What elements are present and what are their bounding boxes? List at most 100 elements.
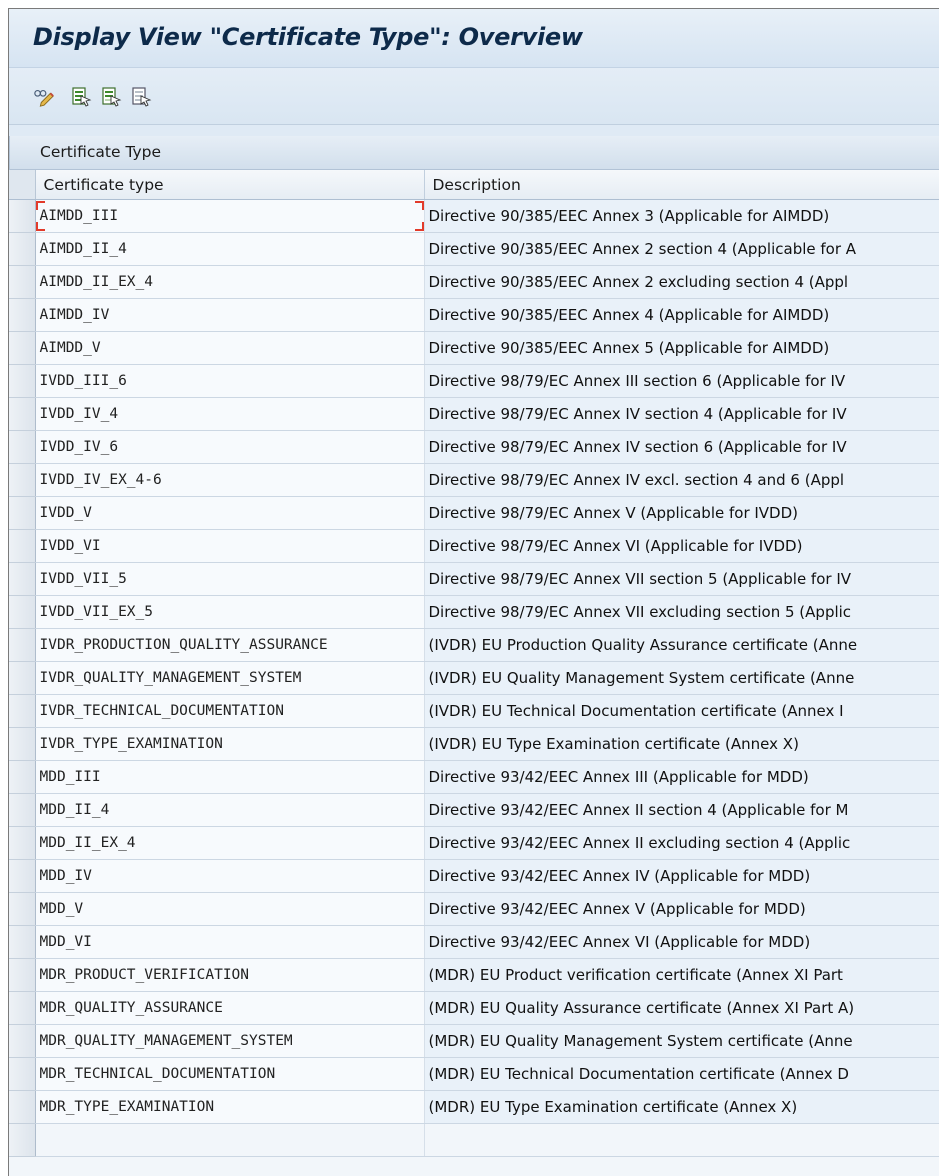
row-selector-button[interactable] — [9, 397, 36, 431]
description-cell[interactable]: Directive 93/42/EEC Annex VI (Applicable… — [424, 925, 939, 959]
row-selector-button[interactable] — [9, 232, 36, 266]
table-row[interactable]: IVDD_IV_4 Directive 98/79/EC Annex IV sec… — [9, 397, 939, 431]
table-row[interactable]: MDD_II_EX_4 Directive 93/42/EEC Annex II … — [9, 826, 939, 860]
row-selector-button[interactable] — [9, 463, 36, 497]
description-cell[interactable]: (MDR) EU Type Examination certificate (A… — [424, 1090, 939, 1124]
certificate-type-cell[interactable]: MDR_PRODUCT_VERIFICATION — [35, 958, 425, 992]
row-selector-button[interactable] — [9, 925, 36, 959]
row-selector-button[interactable] — [9, 265, 36, 299]
row-selector-button[interactable] — [9, 1123, 36, 1157]
description-cell[interactable]: Directive 98/79/EC Annex V (Applicable f… — [424, 496, 939, 530]
row-selector-button[interactable] — [9, 694, 36, 728]
certificate-type-cell[interactable]: IVDD_VI — [35, 529, 425, 563]
certificate-type-cell[interactable]: MDD_IV — [35, 859, 425, 893]
description-cell[interactable]: Directive 90/385/EEC Annex 3 (Applicable… — [424, 199, 939, 233]
description-cell[interactable]: Directive 98/79/EC Annex VI (Applicable … — [424, 529, 939, 563]
select-all-rows-button[interactable] — [9, 170, 36, 200]
table-row[interactable]: AIMDD_IV Directive 90/385/EEC Annex 4 (Ap… — [9, 298, 939, 332]
deselect-all-icon[interactable] — [131, 86, 153, 108]
column-header-description[interactable]: Description — [424, 170, 939, 200]
table-row[interactable]: IVDR_PRODUCTION_QUALITY_ASSURANCE (IVDR) … — [9, 628, 939, 662]
table-row[interactable]: MDD_IV Directive 93/42/EEC Annex IV (Appl… — [9, 859, 939, 893]
certificate-type-cell[interactable]: IVDR_TECHNICAL_DOCUMENTATION — [35, 694, 425, 728]
select-block-icon[interactable] — [101, 86, 123, 108]
row-selector-button[interactable] — [9, 859, 36, 893]
certificate-type-cell[interactable]: MDR_QUALITY_ASSURANCE — [35, 991, 425, 1025]
row-selector-button[interactable] — [9, 958, 36, 992]
row-selector-button[interactable] — [9, 991, 36, 1025]
description-cell[interactable]: Directive 98/79/EC Annex IV section 4 (A… — [424, 397, 939, 431]
row-selector-button[interactable] — [9, 760, 36, 794]
table-row[interactable]: MDD_III Directive 93/42/EEC Annex III (Ap… — [9, 760, 939, 794]
description-cell[interactable]: (MDR) EU Quality Management System certi… — [424, 1024, 939, 1058]
table-row[interactable]: MDD_VI Directive 93/42/EEC Annex VI (Appl… — [9, 925, 939, 959]
description-cell[interactable]: Directive 98/79/EC Annex VII section 5 (… — [424, 562, 939, 596]
table-row[interactable]: AIMDD_II_4 Directive 90/385/EEC Annex 2 s… — [9, 232, 939, 266]
description-cell[interactable]: (MDR) EU Quality Assurance certificate (… — [424, 991, 939, 1025]
description-cell[interactable]: Directive 90/385/EEC Annex 2 excluding s… — [424, 265, 939, 299]
certificate-type-cell[interactable]: MDD_VI — [35, 925, 425, 959]
table-row[interactable]: IVDD_VII_5 Directive 98/79/EC Annex VII s… — [9, 562, 939, 596]
description-cell[interactable]: (IVDR) EU Quality Management System cert… — [424, 661, 939, 695]
certificate-type-cell[interactable]: IVDD_IV_EX_4-6 — [35, 463, 425, 497]
row-selector-button[interactable] — [9, 892, 36, 926]
description-cell[interactable]: Directive 93/42/EEC Annex II excluding s… — [424, 826, 939, 860]
table-row[interactable]: IVDD_IV_EX_4-6 Directive 98/79/EC Annex I… — [9, 463, 939, 497]
table-row[interactable]: IVDR_QUALITY_MANAGEMENT_SYSTEM (IVDR) EU … — [9, 661, 939, 695]
row-selector-button[interactable] — [9, 529, 36, 563]
table-row[interactable]: IVDD_VII_EX_5 Directive 98/79/EC Annex VI… — [9, 595, 939, 629]
certificate-type-cell[interactable]: IVDD_V — [35, 496, 425, 530]
certificate-type-cell[interactable]: AIMDD_V — [35, 331, 425, 365]
table-row[interactable]: AIMDD_V Directive 90/385/EEC Annex 5 (App… — [9, 331, 939, 365]
description-cell[interactable]: (IVDR) EU Technical Documentation certif… — [424, 694, 939, 728]
row-selector-button[interactable] — [9, 1024, 36, 1058]
certificate-type-cell[interactable]: AIMDD_II_4 — [35, 232, 425, 266]
row-selector-button[interactable] — [9, 331, 36, 365]
table-row[interactable]: MDD_V Directive 93/42/EEC Annex V (Applic… — [9, 892, 939, 926]
certificate-type-cell[interactable]: IVDD_III_6 — [35, 364, 425, 398]
table-row[interactable]: MDD_II_4 Directive 93/42/EEC Annex II sec… — [9, 793, 939, 827]
certificate-type-cell[interactable]: MDR_TYPE_EXAMINATION — [35, 1090, 425, 1124]
description-cell[interactable]: (IVDR) EU Production Quality Assurance c… — [424, 628, 939, 662]
row-selector-button[interactable] — [9, 199, 36, 233]
row-selector-button[interactable] — [9, 595, 36, 629]
description-cell[interactable]: (MDR) EU Product verification certificat… — [424, 958, 939, 992]
description-cell[interactable]: Directive 93/42/EEC Annex V (Applicable … — [424, 892, 939, 926]
certificate-type-cell[interactable]: AIMDD_III — [35, 199, 425, 233]
description-cell[interactable]: Directive 93/42/EEC Annex III (Applicabl… — [424, 760, 939, 794]
table-row[interactable]: MDR_TYPE_EXAMINATION (MDR) EU Type Examin… — [9, 1090, 939, 1124]
description-cell[interactable]: Directive 90/385/EEC Annex 4 (Applicable… — [424, 298, 939, 332]
description-cell[interactable]: Directive 90/385/EEC Annex 2 section 4 (… — [424, 232, 939, 266]
table-row[interactable]: MDR_PRODUCT_VERIFICATION (MDR) EU Product… — [9, 958, 939, 992]
certificate-type-cell[interactable]: IVDD_VII_EX_5 — [35, 595, 425, 629]
row-selector-button[interactable] — [9, 727, 36, 761]
table-row[interactable]: IVDR_TECHNICAL_DOCUMENTATION (IVDR) EU Te… — [9, 694, 939, 728]
certificate-type-cell[interactable]: MDR_TECHNICAL_DOCUMENTATION — [35, 1057, 425, 1091]
certificate-type-cell[interactable]: IVDR_PRODUCTION_QUALITY_ASSURANCE — [35, 628, 425, 662]
description-cell[interactable]: Directive 90/385/EEC Annex 5 (Applicable… — [424, 331, 939, 365]
certificate-type-cell[interactable]: IVDD_IV_6 — [35, 430, 425, 464]
certificate-type-cell[interactable]: AIMDD_IV — [35, 298, 425, 332]
table-row[interactable]: MDR_QUALITY_ASSURANCE (MDR) EU Quality As… — [9, 991, 939, 1025]
description-cell[interactable]: Directive 98/79/EC Annex III section 6 (… — [424, 364, 939, 398]
certificate-type-cell[interactable]: MDD_III — [35, 760, 425, 794]
table-row[interactable]: IVDD_III_6 Directive 98/79/EC Annex III s… — [9, 364, 939, 398]
description-cell[interactable]: Directive 93/42/EEC Annex IV (Applicable… — [424, 859, 939, 893]
select-all-icon[interactable] — [71, 86, 93, 108]
row-selector-button[interactable] — [9, 826, 36, 860]
description-cell[interactable]: Directive 93/42/EEC Annex II section 4 (… — [424, 793, 939, 827]
table-row[interactable]: IVDD_V Directive 98/79/EC Annex V (Applic… — [9, 496, 939, 530]
table-row[interactable]: AIMDD_III Directive 90/385/EEC Annex 3 (A… — [9, 199, 939, 233]
display-change-icon[interactable] — [33, 86, 55, 108]
table-row[interactable]: MDR_TECHNICAL_DOCUMENTATION (MDR) EU Tech… — [9, 1057, 939, 1091]
description-cell[interactable]: (IVDR) EU Type Examination certificate (… — [424, 727, 939, 761]
certificate-type-cell[interactable]: MDD_II_4 — [35, 793, 425, 827]
description-cell[interactable]: Directive 98/79/EC Annex IV excl. sectio… — [424, 463, 939, 497]
table-row[interactable]: IVDR_TYPE_EXAMINATION (IVDR) EU Type Exam… — [9, 727, 939, 761]
certificate-type-cell[interactable]: IVDD_VII_5 — [35, 562, 425, 596]
row-selector-button[interactable] — [9, 1090, 36, 1124]
table-row[interactable]: AIMDD_II_EX_4 Directive 90/385/EEC Annex … — [9, 265, 939, 299]
row-selector-button[interactable] — [9, 562, 36, 596]
certificate-type-cell[interactable]: IVDD_IV_4 — [35, 397, 425, 431]
row-selector-button[interactable] — [9, 430, 36, 464]
